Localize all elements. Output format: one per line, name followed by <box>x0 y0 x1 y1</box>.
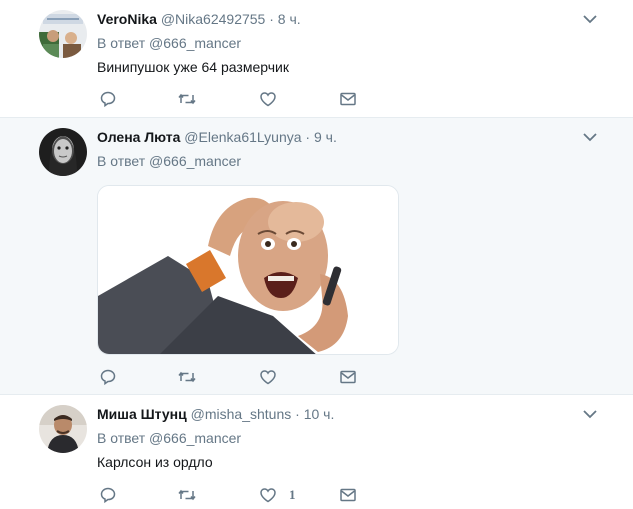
heart-icon <box>260 488 276 503</box>
reply-button[interactable] <box>99 486 117 504</box>
tweet-header: VeroNika @Nika62492755 · 8 ч. <box>97 10 301 28</box>
envelope-icon <box>340 370 356 384</box>
retweet-button[interactable] <box>177 90 197 108</box>
direct-message-button[interactable] <box>339 90 357 108</box>
display-name[interactable]: Олена Люта <box>97 129 180 145</box>
tweet-media-photo[interactable] <box>97 185 399 355</box>
user-handle[interactable]: @Elenka61Lyunya <box>184 129 301 145</box>
retweet-icon <box>178 93 196 105</box>
user-handle[interactable]: @Nika62492755 <box>161 11 266 27</box>
tweet-text: Карлсон из ордло <box>97 454 213 470</box>
tweet-header: Олена Люта @Elenka61Lyunya · 9 ч. <box>97 128 337 146</box>
reply-button[interactable] <box>99 368 117 386</box>
tweet[interactable]: Миша Штунц @misha_shtuns · 10 ч. В ответ… <box>0 395 633 509</box>
reply-prefix: В ответ <box>97 430 146 446</box>
reply-prefix: В ответ <box>97 153 146 169</box>
heart-icon <box>260 92 276 107</box>
tweet-header: Миша Штунц @misha_shtuns · 10 ч. <box>97 405 334 423</box>
reply-icon <box>100 91 116 108</box>
retweet-icon <box>178 371 196 383</box>
timestamp[interactable]: 9 ч. <box>314 129 337 145</box>
display-name[interactable]: Миша Штунц <box>97 406 187 422</box>
timestamp[interactable]: 8 ч. <box>278 11 301 27</box>
tweet-actions: 1 <box>97 486 367 506</box>
direct-message-button[interactable] <box>339 368 357 386</box>
avatar[interactable] <box>39 128 87 176</box>
heart-icon <box>260 370 276 385</box>
reply-button[interactable] <box>99 90 117 108</box>
like-button[interactable] <box>259 368 277 386</box>
tweet-actions <box>97 368 367 388</box>
user-handle[interactable]: @misha_shtuns <box>191 406 292 422</box>
timestamp[interactable]: 10 ч. <box>304 406 335 422</box>
reply-context: В ответ @666_mancer <box>97 34 241 52</box>
retweet-icon <box>178 489 196 501</box>
reply-context: В ответ @666_mancer <box>97 152 241 170</box>
reply-icon <box>100 369 116 386</box>
reply-context: В ответ @666_mancer <box>97 429 241 447</box>
separator: · <box>269 11 274 27</box>
separator: · <box>295 406 300 422</box>
like-button[interactable]: 1 <box>259 486 296 504</box>
chevron-down-icon[interactable] <box>583 132 597 142</box>
envelope-icon <box>340 488 356 502</box>
avatar[interactable] <box>39 405 87 453</box>
avatar[interactable] <box>39 10 87 58</box>
like-button[interactable] <box>259 90 277 108</box>
reply-mention-link[interactable]: @666_mancer <box>149 153 241 169</box>
chevron-down-icon[interactable] <box>583 409 597 419</box>
retweet-button[interactable] <box>177 368 197 386</box>
tweet-actions <box>97 90 367 110</box>
reply-icon <box>100 487 116 504</box>
separator: · <box>305 129 311 145</box>
reply-prefix: В ответ <box>97 35 146 51</box>
envelope-icon <box>340 92 356 106</box>
like-count: 1 <box>289 487 296 502</box>
tweet[interactable]: Олена Люта @Elenka61Lyunya · 9 ч. В отве… <box>0 118 633 395</box>
tweet-text: Винипушок уже 64 размерчик <box>97 59 289 75</box>
reply-mention-link[interactable]: @666_mancer <box>149 430 241 446</box>
reply-mention-link[interactable]: @666_mancer <box>149 35 241 51</box>
chevron-down-icon[interactable] <box>583 14 597 24</box>
retweet-button[interactable] <box>177 486 197 504</box>
display-name[interactable]: VeroNika <box>97 11 157 27</box>
direct-message-button[interactable] <box>339 486 357 504</box>
tweet[interactable]: VeroNika @Nika62492755 · 8 ч. В ответ @6… <box>0 0 633 118</box>
